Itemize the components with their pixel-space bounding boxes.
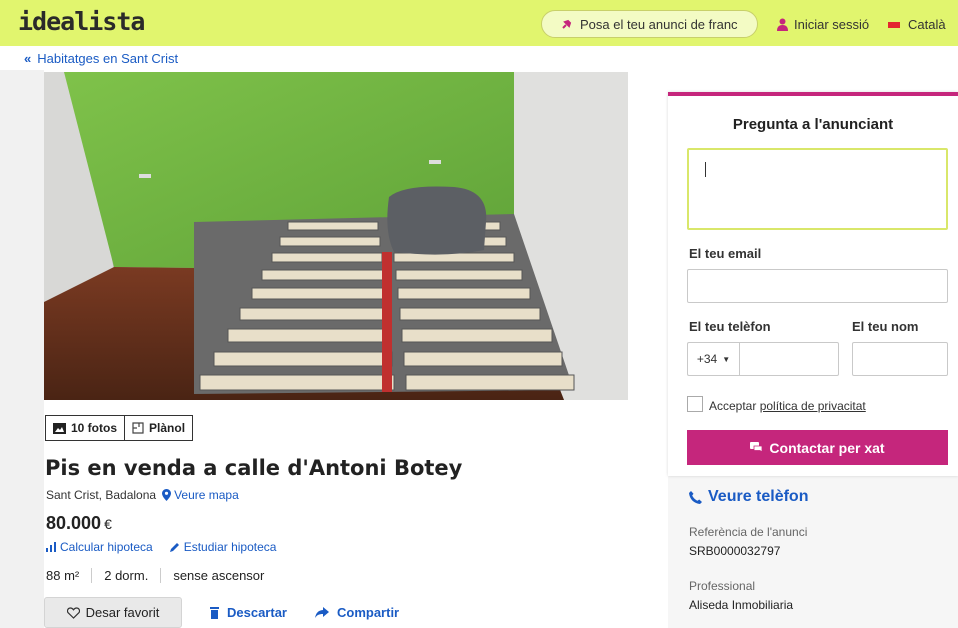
phone-label: El teu telèfon	[689, 319, 771, 334]
listing-price: 80.000 €	[46, 513, 112, 534]
reference-label: Referència de l'anunci	[689, 525, 808, 539]
privacy-checkbox[interactable]	[687, 396, 703, 412]
advertiser-type-label: Professional	[689, 579, 756, 593]
study-mortgage-label: Estudiar hipoteca	[183, 540, 277, 554]
feature-area: 88 m²	[46, 567, 80, 583]
double-chevron-left-icon: «	[24, 51, 32, 66]
calculate-mortgage-link[interactable]: Calcular hipoteca	[46, 540, 153, 554]
language-label: Català	[908, 17, 946, 32]
floorplan-tab-label: Plànol	[149, 421, 186, 435]
user-icon	[777, 18, 788, 31]
login-link[interactable]: Iniciar sessió	[777, 17, 869, 32]
share-button[interactable]: Compartir	[315, 605, 399, 620]
listing-features: 88 m² 2 dorm. sense ascensor	[46, 564, 276, 586]
language-selector[interactable]: Català	[888, 17, 946, 32]
contact-panel: Pregunta a l'anunciant El teu email El t…	[668, 92, 958, 628]
privacy-label: Acceptar política de privacitat	[709, 399, 866, 413]
feature-rooms: 2 dorm.	[91, 567, 160, 583]
view-map-label: Veure mapa	[174, 488, 239, 502]
trash-icon	[210, 606, 219, 619]
pencil-icon	[169, 542, 179, 552]
chevron-down-icon: ▼	[722, 354, 731, 364]
price-currency: €	[104, 516, 112, 532]
name-field[interactable]	[852, 342, 948, 376]
floorplan-tab[interactable]: Plànol	[124, 416, 192, 440]
price-value: 80.000	[46, 513, 102, 533]
contact-form: Pregunta a l'anunciant El teu email El t…	[668, 92, 958, 476]
study-mortgage-link[interactable]: Estudiar hipoteca	[169, 540, 277, 554]
text-caret	[705, 162, 706, 177]
top-header: idealista Posa el teu anunci de franc In…	[0, 0, 958, 46]
message-textarea[interactable]	[687, 148, 948, 230]
breadcrumb-label: Habitatges en Sant Crist	[37, 51, 179, 66]
contact-chat-button[interactable]: Contactar per xat	[687, 430, 948, 465]
idealista-logo[interactable]: idealista	[18, 7, 145, 36]
advertiser-name: Aliseda Inmobiliaria	[689, 598, 794, 612]
share-label: Compartir	[337, 605, 400, 620]
image-icon	[53, 422, 66, 434]
pin-icon	[562, 19, 572, 29]
location-text: Sant Crist, Badalona	[46, 488, 157, 502]
name-label: El teu nom	[852, 319, 919, 334]
breadcrumb[interactable]: « Habitatges en Sant Crist	[24, 51, 178, 66]
publish-ad-label: Posa el teu anunci de franc	[580, 16, 738, 32]
reference-value: SRB0000032797	[689, 544, 781, 558]
discard-label: Descartar	[227, 605, 287, 620]
mortgage-links: Calcular hipoteca Estudiar hipoteca	[46, 540, 292, 554]
listing-location: Sant Crist, Badalona Veure mapa	[46, 488, 239, 502]
save-favorite-label: Desar favorit	[85, 605, 160, 620]
calculate-mortgage-label: Calcular hipoteca	[60, 540, 153, 554]
email-field[interactable]	[687, 269, 948, 303]
flag-icon	[888, 21, 900, 28]
room-photo-image	[44, 72, 628, 400]
photo-tabs: 10 fotos Plànol	[45, 415, 194, 441]
photos-tab-label: 10 fotos	[71, 421, 118, 435]
login-label: Iniciar sessió	[794, 17, 870, 32]
contact-chat-label: Contactar per xat	[769, 439, 885, 456]
phone-field[interactable]	[739, 342, 839, 376]
floorplan-icon	[132, 422, 144, 434]
photos-tab[interactable]: 10 fotos	[46, 416, 124, 440]
chat-icon	[750, 442, 763, 453]
heart-icon	[66, 606, 80, 619]
bar-chart-icon	[46, 542, 56, 552]
phone-icon	[689, 490, 702, 504]
share-arrow-icon	[315, 607, 329, 618]
save-favorite-button[interactable]: Desar favorit	[44, 597, 182, 628]
feature-elevator: sense ascensor	[160, 567, 276, 583]
main-photo[interactable]	[44, 72, 628, 400]
contact-form-title: Pregunta a l'anunciant	[732, 116, 894, 133]
map-pin-icon	[162, 489, 172, 501]
phone-prefix-value: +34	[696, 352, 718, 366]
publish-ad-button[interactable]: Posa el teu anunci de franc	[541, 10, 758, 38]
listing-title: Pis en venda a calle d'Antoni Botey	[45, 456, 463, 480]
phone-prefix-select[interactable]: +34 ▼	[687, 342, 739, 376]
email-label: El teu email	[689, 246, 762, 261]
see-phone-label: Veure telèfon	[708, 488, 809, 505]
see-phone-link[interactable]: Veure telèfon	[689, 488, 808, 506]
listing-actions: Desar favorit Descartar Compartir	[44, 597, 604, 628]
privacy-prefix: Acceptar	[709, 399, 760, 413]
discard-button[interactable]: Descartar	[210, 605, 287, 620]
view-map-link[interactable]: Veure mapa	[162, 488, 239, 502]
left-gutter	[0, 70, 44, 628]
privacy-policy-link[interactable]: política de privacitat	[760, 399, 866, 413]
